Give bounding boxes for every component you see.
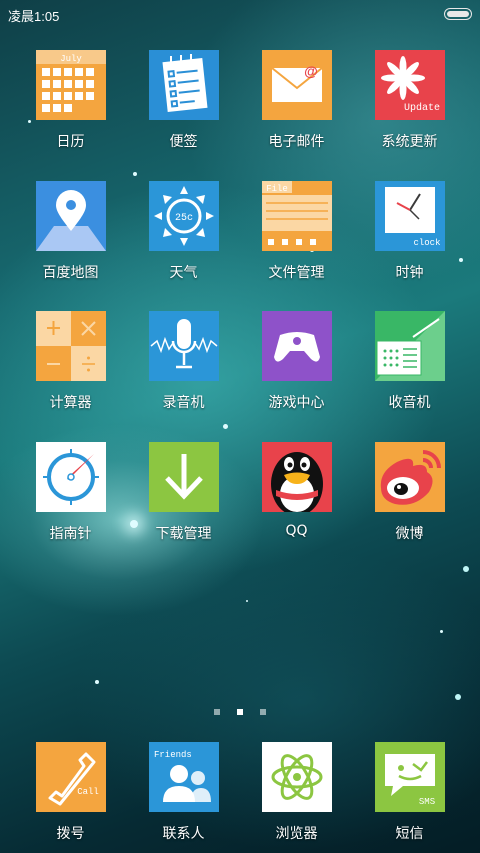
app-radio[interactable]: 收音机 (353, 311, 466, 412)
dock-phone[interactable]: Call 拨号 (14, 742, 127, 843)
app-recorder[interactable]: 录音机 (127, 311, 240, 412)
app-label: 天气 (169, 265, 198, 281)
app-label: 便签 (169, 134, 198, 150)
gamepad-icon (261, 311, 332, 381)
svg-text:File: File (266, 184, 288, 194)
app-download-manager[interactable]: 下载管理 (127, 442, 240, 543)
app-label: QQ (285, 523, 308, 539)
update-flower-icon: Update (374, 50, 445, 120)
calculator-icon (35, 311, 106, 381)
notepad-icon (148, 50, 219, 120)
app-label: 浏览器 (275, 826, 318, 842)
app-label: 短信 (395, 826, 424, 842)
phone-handset-icon: Call (35, 742, 106, 812)
weather-sun-icon: 25c (148, 181, 219, 251)
microphone-icon (148, 311, 219, 381)
battery-icon (444, 8, 472, 20)
app-qq[interactable]: QQ (240, 442, 353, 539)
qq-penguin-icon (261, 442, 332, 512)
app-system-update[interactable]: Update 系统更新 (353, 50, 466, 151)
app-label: 时钟 (395, 265, 424, 281)
app-calculator[interactable]: 计算器 (14, 311, 127, 412)
app-compass[interactable]: 指南针 (14, 442, 127, 543)
app-baidu-map[interactable]: 百度地图 (14, 181, 127, 282)
page-dot[interactable] (260, 709, 267, 715)
app-label: 系统更新 (381, 134, 438, 150)
app-label: 日历 (56, 134, 85, 150)
app-label: 电子邮件 (268, 134, 325, 150)
browser-atom-icon (261, 742, 332, 812)
folder-icon: File (261, 181, 332, 251)
svg-text:Update: Update (403, 102, 439, 114)
app-weibo[interactable]: 微博 (353, 442, 466, 543)
app-label: 下载管理 (155, 526, 212, 542)
svg-text:Call: Call (77, 787, 99, 797)
svg-text:clock: clock (413, 238, 440, 248)
radio-icon (374, 311, 445, 381)
app-label: 微博 (395, 526, 424, 542)
status-time: 凌晨1:05 (8, 9, 60, 24)
app-calendar[interactable]: July 日历 (14, 50, 127, 151)
app-clock[interactable]: clock 时钟 (353, 181, 466, 282)
app-notes[interactable]: 便签 (127, 50, 240, 151)
app-label: 计算器 (49, 395, 92, 411)
svg-text:@: @ (304, 63, 318, 79)
download-arrow-icon (148, 442, 219, 512)
svg-text:SMS: SMS (418, 797, 434, 807)
app-label: 联系人 (162, 826, 205, 842)
compass-icon (35, 442, 106, 512)
weibo-eye-icon (374, 442, 445, 512)
dock-contacts[interactable]: Friends 联系人 (127, 742, 240, 843)
clock-icon: clock (374, 181, 445, 251)
contacts-people-icon: Friends (148, 742, 219, 812)
page-dot[interactable] (213, 709, 220, 715)
app-game-center[interactable]: 游戏中心 (240, 311, 353, 412)
map-pin-icon (35, 181, 106, 251)
app-label: 拨号 (56, 826, 85, 842)
app-label: 收音机 (388, 395, 431, 411)
page-indicator[interactable] (0, 700, 480, 719)
email-icon: @ (261, 50, 332, 120)
app-label: 文件管理 (268, 265, 325, 281)
app-label: 指南针 (49, 526, 92, 542)
svg-text:Friends: Friends (154, 750, 192, 760)
page-dot-active[interactable] (237, 709, 243, 715)
calendar-icon: July (35, 50, 106, 120)
svg-text:25c: 25c (174, 213, 192, 224)
app-weather[interactable]: 25c 天气 (127, 181, 240, 282)
svg-text:July: July (60, 54, 82, 64)
app-label: 游戏中心 (268, 395, 325, 411)
message-bubble-icon: SMS (374, 742, 445, 812)
app-label: 录音机 (162, 395, 205, 411)
status-bar: 凌晨1:05 (0, 0, 480, 28)
app-email[interactable]: @ 电子邮件 (240, 50, 353, 151)
app-file-manager[interactable]: File 文件管理 (240, 181, 353, 282)
app-label: 百度地图 (42, 265, 99, 281)
dock-browser[interactable]: 浏览器 (240, 742, 353, 843)
dock-sms[interactable]: SMS 短信 (353, 742, 466, 843)
